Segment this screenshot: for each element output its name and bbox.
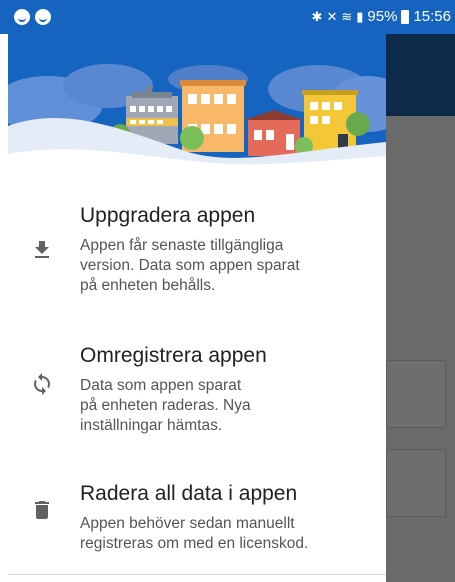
menu-item-delete-all-data[interactable]: Radera all data i appen Appen behöver se…	[8, 482, 386, 562]
download-icon	[30, 238, 54, 267]
status-bar: ✱ ✕ ≋ ▮ 95% 15:56	[0, 0, 455, 34]
menu-item-upgrade-app[interactable]: Uppgradera appen Appen får senaste tillg…	[8, 204, 386, 294]
trash-icon	[30, 498, 54, 527]
drawer-header-illustration	[8, 34, 386, 174]
system-indicators: ✱ ✕ ≋ ▮ 95% 15:56	[312, 8, 451, 25]
menu-item-description: Appen behöver sedan manuellt registreras…	[80, 515, 309, 552]
refresh-icon	[30, 372, 54, 401]
drawer-divider	[8, 574, 386, 575]
signal-icon: ▮	[356, 8, 364, 24]
menu-item-title: Radera all data i appen	[80, 482, 298, 505]
background-card	[386, 449, 446, 517]
battery-percent: 95%	[367, 8, 398, 25]
battery-icon	[401, 9, 410, 24]
notification-icons	[14, 9, 51, 25]
menu-item-description: Data som appen sparat på enheten raderas…	[80, 377, 251, 434]
clock: 15:56	[413, 8, 451, 25]
navigation-drawer: Uppgradera appen Appen får senaste tillg…	[8, 34, 386, 582]
menu-item-title: Uppgradera appen	[80, 204, 256, 227]
app-notification-icon	[14, 9, 30, 25]
menu-item-title: Omregistrera appen	[80, 344, 267, 367]
menu-item-description: Appen får senaste tillgängliga version. …	[80, 237, 300, 294]
app-notification-icon	[35, 9, 51, 25]
background-app-bar	[386, 34, 455, 116]
background-card	[386, 360, 446, 428]
wifi-icon: ≋	[341, 8, 353, 24]
mute-icon: ✕	[326, 8, 338, 24]
bluetooth-icon: ✱	[311, 8, 323, 24]
menu-item-reregister-app[interactable]: Omregistrera appen Data som appen sparat…	[8, 344, 386, 434]
